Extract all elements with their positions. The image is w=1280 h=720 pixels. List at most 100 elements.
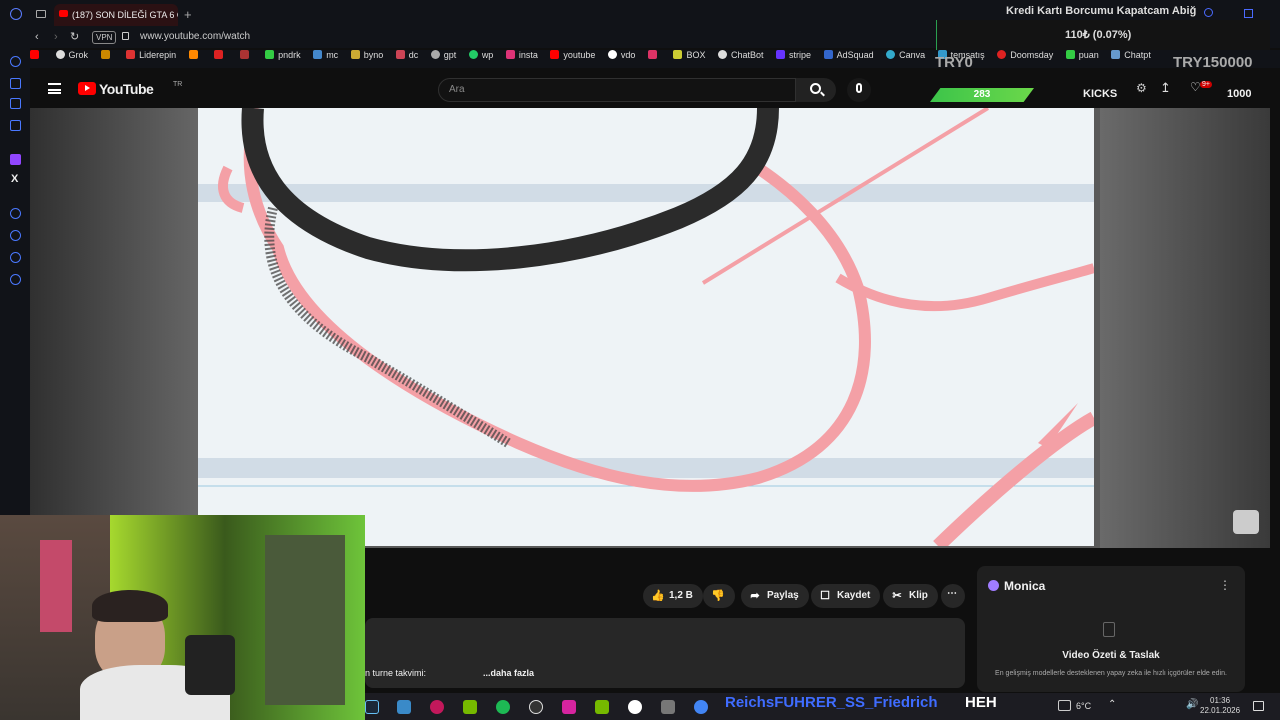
system-clock[interactable]: 01:36 22.01.2026: [1200, 696, 1240, 716]
explorer-icon[interactable]: [397, 700, 411, 714]
webcam-feed: [0, 515, 365, 720]
reload-icon[interactable]: ↻: [70, 30, 79, 43]
bookmark-a[interactable]: [188, 50, 202, 60]
bookmark-doomsday[interactable]: Doomsday: [997, 50, 1053, 60]
url-field[interactable]: www.youtube.com/watch: [140, 31, 250, 42]
sidebar-messenger-icon[interactable]: [10, 120, 21, 131]
bookmark-b[interactable]: [214, 50, 227, 60]
bookmark-stripe[interactable]: stripe: [776, 50, 811, 60]
dislike-button[interactable]: 👎: [703, 584, 735, 608]
bookmark-insta[interactable]: insta: [505, 50, 538, 60]
chrome-icon[interactable]: [694, 700, 708, 714]
search-button[interactable]: [796, 78, 836, 102]
bookmark-dc[interactable]: dc: [395, 50, 418, 60]
app-circle-icon[interactable]: [628, 700, 642, 714]
mic-button[interactable]: [847, 78, 871, 102]
bookmark-grok[interactable]: Grok: [55, 50, 88, 60]
sidebar-settings-icon[interactable]: [10, 274, 21, 285]
youtube-logo-icon[interactable]: [78, 82, 96, 95]
clip-button[interactable]: ✂ Klip: [883, 584, 938, 608]
donation-goal-title: Kredi Kartı Borcumu Kapatcam Abiğ: [1006, 5, 1197, 17]
bookmark-pndrk[interactable]: pndrk: [265, 50, 301, 60]
show-more-link[interactable]: ...daha fazla: [483, 668, 534, 678]
upload-icon[interactable]: ↥: [1160, 80, 1171, 96]
sidebar-refresh-icon[interactable]: [10, 56, 21, 67]
monica-title: Monica: [1004, 579, 1046, 593]
bookmark-c[interactable]: [239, 50, 253, 60]
youtube-favicon-icon: [59, 10, 68, 17]
bookmark-byno[interactable]: byno: [350, 50, 383, 60]
search-input[interactable]: Ara: [438, 78, 796, 102]
monica-menu-icon[interactable]: ⋮: [1219, 578, 1231, 592]
bookmark-box[interactable]: BOX: [673, 50, 705, 60]
vpn-badge[interactable]: VPN: [92, 31, 117, 44]
bookmark-wp[interactable]: wp: [468, 50, 493, 60]
temperature[interactable]: 6°C: [1076, 701, 1091, 711]
bookmark-chatpt[interactable]: Chatpt: [1111, 50, 1151, 60]
spotify-icon[interactable]: [496, 700, 510, 714]
sidebar-x-icon[interactable]: X: [11, 173, 18, 185]
lock-icon[interactable]: [122, 32, 129, 40]
search-icon[interactable]: [1204, 8, 1213, 17]
obs-icon[interactable]: [529, 700, 543, 714]
instagram-icon[interactable]: [562, 700, 576, 714]
tab-list-icon[interactable]: [36, 10, 46, 18]
video-player-area[interactable]: [30, 108, 1270, 548]
bookmark-adsquad[interactable]: AdSquad: [823, 50, 874, 60]
bookmark-gpt[interactable]: gpt: [430, 50, 456, 60]
tray-up-icon[interactable]: ⌃: [1108, 699, 1116, 710]
new-tab-button[interactable]: +: [184, 7, 192, 22]
bookmark-mc[interactable]: mc: [313, 50, 338, 60]
like-button[interactable]: 👍 1,2 B: [643, 584, 703, 608]
bookmark-youtube-2[interactable]: youtube: [550, 50, 595, 60]
nvidia-2-icon[interactable]: [595, 700, 609, 714]
streamer-hair: [92, 590, 168, 622]
active-tab[interactable]: (187) SON DİLEĞİ GTA 6 O: [54, 4, 178, 26]
save-button[interactable]: ☐ Kaydet: [811, 584, 881, 608]
bookmarks-bar: Grok Liderepin pndrk mc byno dc gpt wp i…: [30, 50, 1280, 68]
kicks-count: 1000: [1227, 88, 1252, 100]
sidebar-bag-icon[interactable]: [10, 78, 21, 89]
description-box[interactable]: n turne takvimi: ...daha fazla: [365, 618, 965, 688]
mic-icon: [856, 83, 862, 93]
forward-icon[interactable]: ›: [54, 31, 58, 43]
drawing-canvas: [198, 108, 1094, 546]
share-button[interactable]: ➦ Paylaş: [741, 584, 809, 608]
bookmark-youtube[interactable]: [30, 50, 43, 60]
bookmark-liderepin[interactable]: Liderepin: [126, 50, 176, 60]
clip-label: Klip: [909, 590, 928, 601]
bell-icon[interactable]: ♡: [1190, 80, 1201, 94]
monica-logo-icon: [988, 580, 999, 591]
bookmark-puan[interactable]: puan: [1065, 50, 1099, 60]
steam-icon[interactable]: [365, 700, 379, 714]
donation-goal-value: 110₺ (0.07%): [1065, 29, 1132, 41]
bookmark-chatbot[interactable]: ChatBot: [718, 50, 764, 60]
create-icon[interactable]: ⚙: [1136, 81, 1147, 95]
sidebar-play-icon[interactable]: [10, 208, 21, 219]
browser-logo-icon[interactable]: [10, 8, 22, 20]
video-frame[interactable]: [198, 108, 1094, 546]
more-actions-button[interactable]: ⋯: [941, 584, 965, 608]
more-icon: ⋯: [947, 588, 957, 599]
sidebar-chat-icon[interactable]: [10, 98, 21, 109]
bookmark-d[interactable]: [647, 50, 661, 60]
app-red-icon[interactable]: [430, 700, 444, 714]
sidebar-clock-icon[interactable]: [10, 230, 21, 241]
notifications-icon[interactable]: [1253, 701, 1264, 711]
sidebar-box-icon[interactable]: [10, 252, 21, 263]
volume-icon[interactable]: 🔊: [1186, 699, 1198, 710]
youtube-logo-text[interactable]: YouTube: [99, 81, 154, 97]
back-icon[interactable]: ‹: [35, 31, 39, 43]
app-grey-icon[interactable]: [661, 700, 675, 714]
menu-icon[interactable]: [48, 83, 61, 94]
bookmark-vdo[interactable]: vdo: [607, 50, 635, 60]
channel-watermark-icon[interactable]: [1233, 510, 1259, 534]
tab-title: (187) SON DİLEĞİ GTA 6 O: [72, 10, 178, 20]
bookmark-canva[interactable]: Canva: [886, 50, 925, 60]
window-restore-icon[interactable]: [1244, 9, 1253, 18]
bookmark-icon[interactable]: [100, 50, 114, 60]
video-ambient-left: [30, 108, 198, 518]
save-label: Kaydet: [837, 590, 871, 601]
nvidia-icon[interactable]: [463, 700, 477, 714]
sidebar-twitch-icon[interactable]: [10, 154, 21, 165]
